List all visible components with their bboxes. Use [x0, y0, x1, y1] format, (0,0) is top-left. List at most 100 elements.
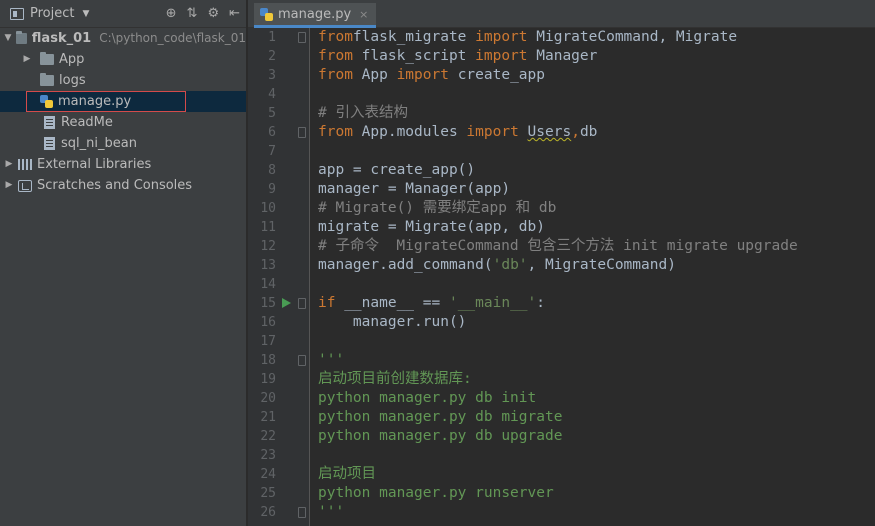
editor: manage.py × 1 2 3 4 5 6 7 8 9 10 11 12 13 14 15 16 17 18 1… [248, 0, 875, 526]
collapse-icon[interactable]: ⇅ [187, 6, 198, 22]
code-line[interactable]: from App import create_app [318, 66, 875, 85]
chevron-right-icon[interactable]: ▶ [4, 175, 14, 196]
code-line[interactable]: 启动项目 [318, 465, 875, 484]
code-token: App.modules [352, 124, 467, 140]
gutter-line[interactable]: 11 [248, 218, 309, 237]
fold-icon[interactable] [298, 507, 306, 518]
code-line[interactable]: python manager.py db upgrade [318, 427, 875, 446]
gutter-line[interactable]: 9 [248, 180, 309, 199]
fold-icon[interactable] [298, 32, 306, 43]
code-line[interactable]: manager = Manager(app) [318, 180, 875, 199]
chevron-down-icon[interactable]: ▼ [4, 28, 12, 49]
code-line[interactable]: manager.add_command('db', MigrateCommand… [318, 256, 875, 275]
fold-icon[interactable] [298, 298, 306, 309]
code-line[interactable] [318, 332, 875, 351]
gutter-line[interactable]: 2 [248, 47, 309, 66]
code-token: db [579, 124, 598, 140]
tree-item-readme[interactable]: ReadMe [0, 112, 246, 133]
code-line[interactable] [318, 85, 875, 104]
gutter-line[interactable]: 10 [248, 199, 309, 218]
line-number: 13 [260, 258, 276, 273]
code-line[interactable]: if __name__ == '__main__': [318, 294, 875, 313]
code-line[interactable]: from flask_script import Manager [318, 47, 875, 66]
gutter-line[interactable]: 15 [248, 294, 309, 313]
tree-item-logs[interactable]: logs [0, 70, 246, 91]
fold-icon[interactable] [298, 127, 306, 138]
close-icon[interactable]: × [359, 8, 368, 21]
line-number: 18 [260, 353, 276, 368]
code-token: python manager.py db upgrade [318, 428, 563, 444]
gutter-line[interactable]: 20 [248, 389, 309, 408]
gutter-line[interactable]: 18 [248, 351, 309, 370]
gutter-line[interactable]: 1 [248, 28, 309, 47]
code-area[interactable]: fromflask_migrate import MigrateCommand,… [318, 28, 875, 526]
gutter-line[interactable]: 5 [248, 104, 309, 123]
code-token: from [318, 48, 353, 64]
code-token: : [536, 295, 546, 311]
locate-icon[interactable]: ⊕ [166, 6, 177, 22]
line-number: 8 [268, 163, 276, 178]
tree-item-flask-01[interactable]: ▼ flask_01 C:\python_code\flask_01 [0, 28, 246, 49]
line-number: 17 [260, 334, 276, 349]
code-token: import [475, 29, 528, 45]
gutter-line[interactable]: 24 [248, 465, 309, 484]
gutter-line[interactable]: 8 [248, 161, 309, 180]
line-number: 11 [260, 220, 276, 235]
tree-item-label: logs [59, 73, 86, 88]
gutter-line[interactable]: 12 [248, 237, 309, 256]
code-line[interactable]: migrate = Migrate(app, db) [318, 218, 875, 237]
tree-item-external-libraries[interactable]: ▶ External Libraries [0, 154, 246, 175]
line-number: 5 [268, 106, 276, 121]
gutter-line[interactable]: 6 [248, 123, 309, 142]
hide-icon[interactable]: ⇤ [229, 6, 240, 22]
code-line[interactable]: python manager.py runserver [318, 484, 875, 503]
code-line[interactable]: app = create_app() [318, 161, 875, 180]
line-number: 2 [268, 49, 276, 64]
gutter-line[interactable]: 22 [248, 427, 309, 446]
gutter-line[interactable]: 23 [248, 446, 309, 465]
chevron-right-icon[interactable]: ▶ [4, 154, 14, 175]
code-line[interactable]: python manager.py db init [318, 389, 875, 408]
tree-item-scratches[interactable]: ▶ Scratches and Consoles [0, 175, 246, 196]
gutter-line[interactable]: 3 [248, 66, 309, 85]
code-token: manager.add_command( [318, 257, 493, 273]
run-icon[interactable] [282, 298, 291, 308]
project-header[interactable]: Project ▼ ⊕ ⇅ ⚙ ⇤ [0, 0, 246, 28]
folder-icon [15, 31, 27, 44]
gutter-line[interactable]: 16 [248, 313, 309, 332]
chevron-down-icon[interactable]: ▼ [82, 9, 89, 19]
tree-item-manage-py[interactable]: manage.py [0, 91, 246, 112]
gutter-line[interactable]: 7 [248, 142, 309, 161]
gutter-line[interactable]: 14 [248, 275, 309, 294]
tree-item-app[interactable]: ▶ App [0, 49, 246, 70]
gutter-line[interactable]: 19 [248, 370, 309, 389]
code-line[interactable]: fromflask_migrate import MigrateCommand,… [318, 28, 875, 47]
fold-icon[interactable] [298, 355, 306, 366]
python-file-icon [40, 95, 53, 108]
code-line[interactable] [318, 142, 875, 161]
code-token: Manager [527, 48, 598, 64]
gutter-line[interactable]: 4 [248, 85, 309, 104]
code-line[interactable]: python manager.py db migrate [318, 408, 875, 427]
gutter-line[interactable]: 25 [248, 484, 309, 503]
code-line[interactable]: # Migrate() 需要绑定app 和 db [318, 199, 875, 218]
code-line[interactable]: from App.modules import Users,db [318, 123, 875, 142]
code-line[interactable]: ''' [318, 503, 875, 522]
code-line[interactable]: manager.run() [318, 313, 875, 332]
gutter-line[interactable]: 17 [248, 332, 309, 351]
code-line[interactable]: 启动项目前创建数据库: [318, 370, 875, 389]
gutter-line[interactable]: 21 [248, 408, 309, 427]
gutter-line[interactable]: 13 [248, 256, 309, 275]
chevron-right-icon[interactable]: ▶ [22, 49, 32, 70]
code-line[interactable]: # 引入表结构 [318, 104, 875, 123]
code-line[interactable] [318, 446, 875, 465]
tree-item-sql-ni-bean[interactable]: sql_ni_bean [0, 133, 246, 154]
editor-gutter[interactable]: 1 2 3 4 5 6 7 8 9 10 11 12 13 14 15 16 17 18 19 20 21 22 23 24 2… [248, 28, 310, 526]
gutter-line[interactable]: 26 [248, 503, 309, 522]
tree-item-label: ReadMe [61, 115, 113, 130]
code-line[interactable] [318, 275, 875, 294]
gear-icon[interactable]: ⚙ [207, 6, 219, 22]
code-line[interactable]: ''' [318, 351, 875, 370]
tab-manage-py[interactable]: manage.py × [254, 3, 377, 28]
code-line[interactable]: # 子命令 MigrateCommand 包含三个方法 init migrate… [318, 237, 875, 256]
